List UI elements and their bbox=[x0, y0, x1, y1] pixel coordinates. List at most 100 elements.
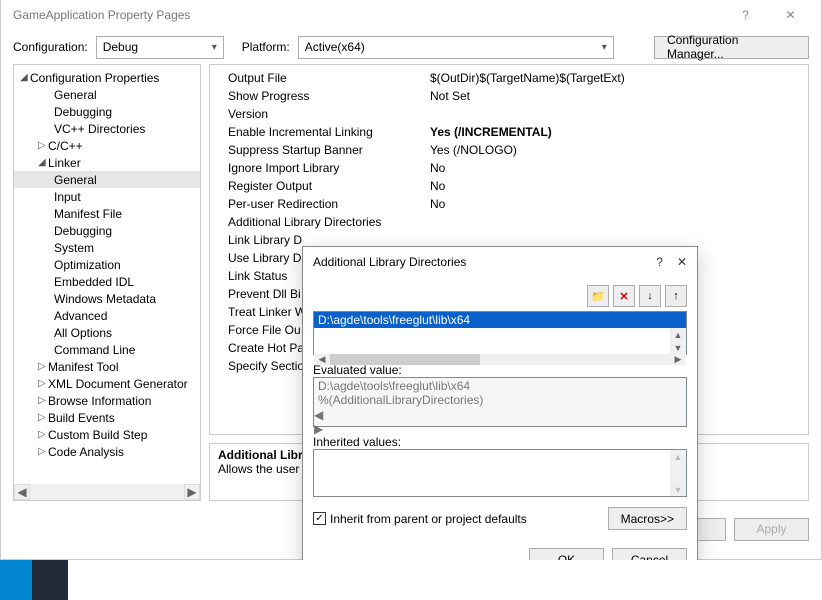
tree[interactable]: ◢ Configuration Properties General Debug… bbox=[13, 64, 201, 501]
tree-cpp[interactable]: ▷C/C++ bbox=[14, 137, 200, 154]
list-item[interactable]: D:\agde\tools\freeglut\lib\x64 bbox=[314, 312, 686, 328]
platform-select[interactable]: Active(x64) ▾ bbox=[298, 36, 614, 59]
platform-label: Platform: bbox=[242, 40, 290, 54]
dialog-help-button[interactable]: ? bbox=[656, 255, 663, 269]
property-key: Additional Library Directories bbox=[210, 215, 430, 229]
property-value[interactable]: No bbox=[430, 179, 808, 193]
apply-button[interactable]: Apply bbox=[734, 518, 809, 541]
config-label: Configuration: bbox=[13, 40, 88, 54]
x-icon: ✕ bbox=[619, 290, 628, 303]
config-select[interactable]: Debug ▾ bbox=[96, 36, 224, 59]
property-value[interactable]: Yes (/NOLOGO) bbox=[430, 143, 808, 157]
property-row[interactable]: Register OutputNo bbox=[210, 177, 808, 195]
tree-item[interactable]: ▷Browse Information bbox=[14, 392, 200, 409]
directories-listbox[interactable]: D:\agde\tools\freeglut\lib\x64 ▲ ▼ ◀ ▶ bbox=[313, 311, 687, 355]
expand-icon[interactable]: ▷ bbox=[38, 412, 48, 423]
property-value[interactable]: Yes (/INCREMENTAL) bbox=[430, 125, 808, 139]
expand-icon[interactable]: ▷ bbox=[38, 429, 48, 440]
expand-icon[interactable]: ▷ bbox=[38, 446, 48, 457]
scroll-up-icon[interactable]: ▲ bbox=[670, 450, 686, 463]
dialog-close-button[interactable]: ✕ bbox=[677, 255, 687, 269]
tree-linker[interactable]: ◢Linker bbox=[14, 154, 200, 171]
config-value: Debug bbox=[103, 40, 138, 54]
tree-item[interactable]: ▷Custom Build Step bbox=[14, 426, 200, 443]
evaluated-label: Evaluated value: bbox=[313, 363, 687, 377]
property-row[interactable]: Additional Library Directories bbox=[210, 213, 808, 231]
scroll-up-icon[interactable]: ▲ bbox=[670, 328, 686, 341]
inherit-checkbox[interactable]: ✓ Inherit from parent or project default… bbox=[313, 512, 527, 526]
tree-item[interactable]: ▷Code Analysis bbox=[14, 443, 200, 460]
expand-icon[interactable]: ▷ bbox=[38, 378, 48, 389]
tree-item[interactable]: Debugging bbox=[14, 222, 200, 239]
evaluated-line: D:\agde\tools\freeglut\lib\x64 bbox=[318, 379, 682, 393]
inherited-vscroll[interactable]: ▲ ▼ bbox=[670, 450, 686, 496]
tree-item[interactable]: Input bbox=[14, 188, 200, 205]
tree-item[interactable]: Debugging bbox=[14, 103, 200, 120]
tree-hscroll[interactable]: ◀ ▶ bbox=[14, 484, 200, 500]
tree-item[interactable]: VC++ Directories bbox=[14, 120, 200, 137]
property-key: Suppress Startup Banner bbox=[210, 143, 430, 157]
property-row[interactable]: Suppress Startup BannerYes (/NOLOGO) bbox=[210, 141, 808, 159]
tree-item[interactable]: Command Line bbox=[14, 341, 200, 358]
property-key: Link Library D bbox=[210, 233, 430, 247]
macros-button[interactable]: Macros>> bbox=[608, 507, 687, 530]
tree-item[interactable]: ▷XML Document Generator bbox=[14, 375, 200, 392]
window-title: GameApplication Property Pages bbox=[13, 8, 190, 22]
property-row[interactable]: Show ProgressNot Set bbox=[210, 87, 808, 105]
scroll-down-icon[interactable]: ▼ bbox=[670, 483, 686, 496]
platform-value: Active(x64) bbox=[305, 40, 365, 54]
help-button[interactable]: ? bbox=[723, 0, 768, 30]
scroll-down-icon[interactable]: ▼ bbox=[670, 341, 686, 354]
property-row[interactable]: Ignore Import LibraryNo bbox=[210, 159, 808, 177]
arrow-up-icon: ↑ bbox=[673, 290, 679, 302]
list-vscroll[interactable]: ▲ ▼ bbox=[670, 328, 686, 354]
property-key: Output File bbox=[210, 71, 430, 85]
collapse-icon[interactable]: ◢ bbox=[20, 72, 30, 83]
tree-root[interactable]: ◢ Configuration Properties bbox=[14, 69, 200, 86]
new-folder-button[interactable]: 📁 bbox=[587, 285, 609, 307]
property-key: Register Output bbox=[210, 179, 430, 193]
move-down-button[interactable]: ↓ bbox=[639, 285, 661, 307]
tree-linker-general[interactable]: General bbox=[14, 171, 200, 188]
move-up-button[interactable]: ↑ bbox=[665, 285, 687, 307]
tree-item[interactable]: Windows Metadata bbox=[14, 290, 200, 307]
property-row[interactable]: Output File$(OutDir)$(TargetName)$(Targe… bbox=[210, 69, 808, 87]
eval-hscroll[interactable]: ◀ ▶ bbox=[314, 408, 686, 436]
folder-icon: 📁 bbox=[591, 290, 605, 303]
property-row[interactable]: Enable Incremental LinkingYes (/INCREMEN… bbox=[210, 123, 808, 141]
chevron-down-icon: ▾ bbox=[602, 42, 607, 53]
scroll-right-icon[interactable]: ▶ bbox=[314, 422, 686, 436]
tree-item[interactable]: System bbox=[14, 239, 200, 256]
delete-button[interactable]: ✕ bbox=[613, 285, 635, 307]
dialog-title: Additional Library Directories bbox=[313, 255, 466, 269]
property-row[interactable]: Per-user RedirectionNo bbox=[210, 195, 808, 213]
property-value[interactable]: No bbox=[430, 197, 808, 211]
tree-item[interactable]: Embedded IDL bbox=[14, 273, 200, 290]
tree-item[interactable]: ▷Manifest Tool bbox=[14, 358, 200, 375]
scroll-left-icon[interactable]: ◀ bbox=[314, 408, 686, 422]
property-value[interactable]: $(OutDir)$(TargetName)$(TargetExt) bbox=[430, 71, 808, 85]
config-manager-button[interactable]: Configuration Manager... bbox=[654, 36, 809, 59]
scroll-right-icon[interactable]: ▶ bbox=[184, 484, 200, 500]
property-value[interactable]: No bbox=[430, 161, 808, 175]
tree-item[interactable]: ▷Build Events bbox=[14, 409, 200, 426]
scroll-right-icon[interactable]: ▶ bbox=[670, 354, 686, 365]
arrow-down-icon: ↓ bbox=[647, 290, 653, 302]
collapse-icon[interactable]: ◢ bbox=[38, 157, 48, 168]
expand-icon[interactable]: ▷ bbox=[38, 140, 48, 151]
tree-item[interactable]: Manifest File bbox=[14, 205, 200, 222]
property-key: Per-user Redirection bbox=[210, 197, 430, 211]
tree-item[interactable]: General bbox=[14, 86, 200, 103]
expand-icon[interactable]: ▷ bbox=[38, 361, 48, 372]
property-row[interactable]: Version bbox=[210, 105, 808, 123]
tree-item[interactable]: All Options bbox=[14, 324, 200, 341]
evaluated-listbox: D:\agde\tools\freeglut\lib\x64 %(Additio… bbox=[313, 377, 687, 427]
tree-item[interactable]: Optimization bbox=[14, 256, 200, 273]
tree-item[interactable]: Advanced bbox=[14, 307, 200, 324]
scroll-track[interactable] bbox=[30, 484, 184, 500]
scroll-left-icon[interactable]: ◀ bbox=[14, 484, 30, 500]
property-value[interactable]: Not Set bbox=[430, 89, 808, 103]
close-button[interactable]: ✕ bbox=[768, 0, 813, 30]
expand-icon[interactable]: ▷ bbox=[38, 395, 48, 406]
dialog-toolbar: 📁 ✕ ↓ ↑ bbox=[313, 285, 687, 307]
